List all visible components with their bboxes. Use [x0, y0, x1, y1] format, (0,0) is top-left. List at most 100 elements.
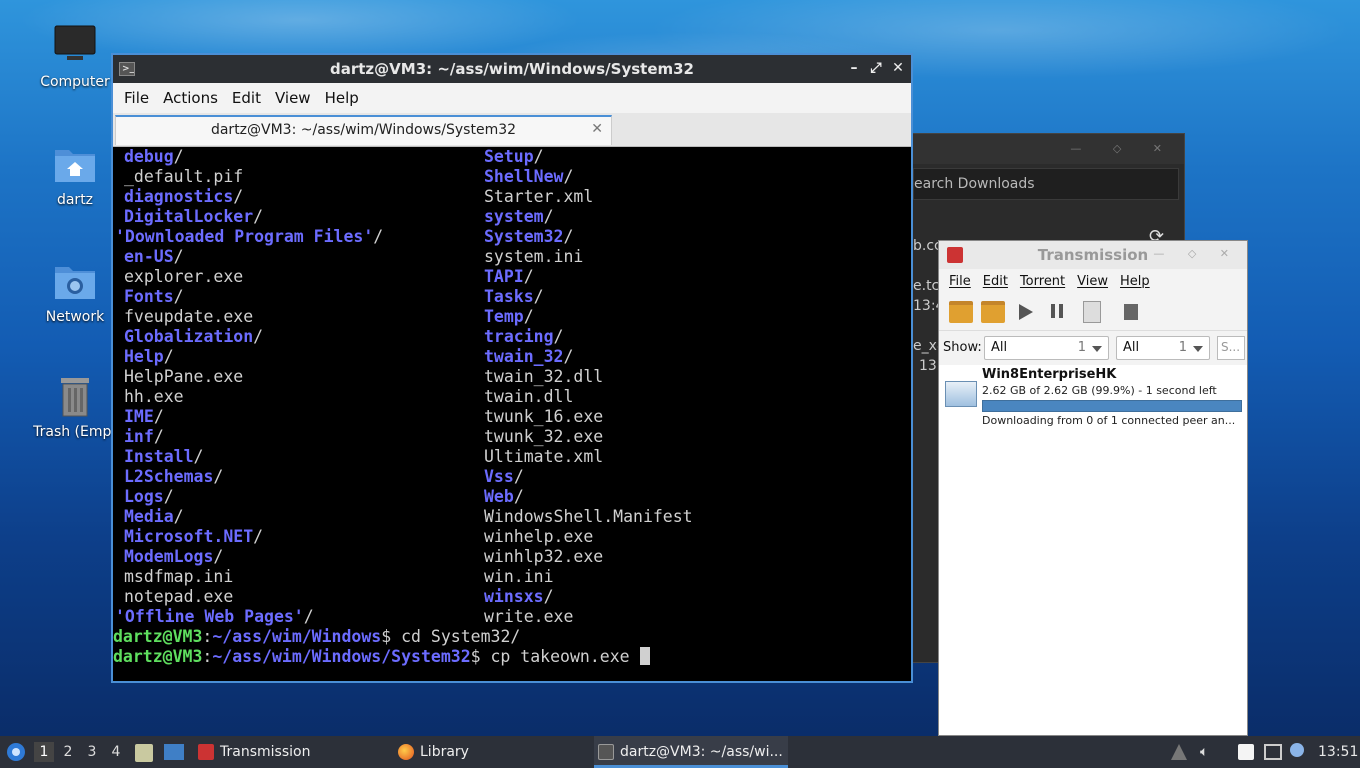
- listing-cell: Starter.xml: [484, 187, 593, 207]
- terminal-titlebar[interactable]: >_ dartz@VM3: ~/ass/wim/Windows/System32…: [113, 55, 911, 83]
- prompt-line[interactable]: dartz@VM3:~/ass/wim/Windows/System32$ cp…: [113, 647, 650, 667]
- listing-cell: tracing/: [484, 327, 563, 347]
- window-controls[interactable]: — ◇ ✕: [1153, 247, 1239, 260]
- directory-entry: inf: [124, 427, 154, 446]
- workspace-2[interactable]: 2: [58, 742, 78, 762]
- maximize-button[interactable]: ⤢: [869, 59, 883, 77]
- torrent-search-input[interactable]: S...: [1217, 336, 1245, 360]
- tab-label: dartz@VM3: ~/ass/wim/Windows/System32: [210, 122, 517, 138]
- close-button[interactable]: ✕: [891, 59, 905, 77]
- menu-help[interactable]: Help: [318, 89, 366, 107]
- dir-suffix: /: [153, 407, 164, 426]
- terminal-output[interactable]: debug/Setup/_default.pif ShellNew/diagnos…: [113, 147, 911, 681]
- desktop-icon-label: Network: [45, 309, 105, 325]
- terminal-tab[interactable]: dartz@VM3: ~/ass/wim/Windows/System32 ✕: [115, 115, 612, 145]
- directory-entry: DigitalLocker: [124, 207, 254, 226]
- listing-cell: Temp/: [484, 307, 534, 327]
- tab-close-icon[interactable]: ✕: [591, 121, 603, 137]
- workspace-4[interactable]: 4: [106, 742, 126, 762]
- listing-cell: TAPI/: [484, 267, 534, 287]
- workspace-1[interactable]: 1: [34, 742, 54, 762]
- filter-count: 1: [1077, 340, 1086, 355]
- dir-suffix: /: [533, 287, 544, 306]
- window-controls[interactable]: — ◇ ✕: [1070, 142, 1176, 155]
- transmission-window[interactable]: Transmission — ◇ ✕ File Edit Torrent Vie…: [938, 240, 1248, 736]
- window-title: dartz@VM3: ~/ass/wim/Windows/System32: [330, 60, 694, 78]
- workspace-3[interactable]: 3: [82, 742, 102, 762]
- desktop-icon-trash[interactable]: Trash (Empt: [30, 374, 120, 440]
- desktop-icon-computer[interactable]: Computer: [30, 24, 120, 90]
- listing-cell: ShellNew/: [484, 167, 573, 187]
- desktop-icon-network[interactable]: Network: [30, 259, 120, 325]
- torrent-row[interactable]: Win8EnterpriseHK 2.62 GB of 2.62 GB (99.…: [939, 367, 1247, 427]
- network-icon[interactable]: [1264, 744, 1282, 760]
- start-icon[interactable]: [1019, 304, 1033, 320]
- listing-cell: write.exe: [484, 607, 573, 627]
- dir-suffix: /: [153, 427, 164, 446]
- desktop-icon-home[interactable]: dartz: [30, 142, 120, 208]
- dir-suffix: /: [213, 467, 224, 486]
- menu-file[interactable]: File: [943, 274, 977, 289]
- menu-file[interactable]: File: [117, 89, 156, 107]
- dir-suffix: /: [163, 347, 174, 366]
- task-transmission[interactable]: Transmission: [194, 736, 384, 768]
- pause-icon[interactable]: [1051, 301, 1063, 323]
- directory-entry: Tasks: [484, 287, 534, 306]
- menu-help[interactable]: Help: [1114, 274, 1156, 289]
- dir-suffix: /: [533, 147, 544, 166]
- menu-view[interactable]: View: [1071, 274, 1114, 289]
- dir-suffix: /: [563, 347, 574, 366]
- activity-filter-select[interactable]: All 1: [984, 336, 1109, 360]
- volume-icon[interactable]: 🔈︎: [1200, 744, 1216, 760]
- downloads-titlebar[interactable]: — ◇ ✕: [913, 134, 1184, 164]
- task-terminal[interactable]: dartz@VM3: ~/ass/wi...: [594, 736, 788, 768]
- file-manager-launcher-icon[interactable]: [135, 744, 153, 762]
- listing-cell: winhelp.exe: [484, 527, 593, 547]
- toolbar: [939, 293, 1247, 331]
- downloads-search-input[interactable]: earch Downloads: [913, 168, 1179, 200]
- listing-cell: inf/: [124, 427, 164, 447]
- dir-suffix: /: [253, 527, 264, 546]
- directory-entry: twain_32: [484, 347, 564, 366]
- task-library[interactable]: Library: [394, 736, 584, 768]
- show-desktop-icon[interactable]: [164, 744, 184, 760]
- menu-actions[interactable]: Actions: [156, 89, 225, 107]
- menu-torrent[interactable]: Torrent: [1014, 274, 1071, 289]
- command-text: cp takeown.exe: [490, 647, 640, 666]
- desktop-icon-label: Computer: [40, 74, 110, 90]
- listing-cell: Fonts/: [124, 287, 184, 307]
- listing-cell: Logs/: [124, 487, 174, 507]
- tracker-filter-select[interactable]: All 1: [1116, 336, 1210, 360]
- clipboard-icon[interactable]: [1238, 744, 1254, 760]
- file-entry: twain.dll: [484, 387, 574, 406]
- transmission-titlebar[interactable]: Transmission — ◇ ✕: [939, 241, 1247, 269]
- open-torrent-folder-icon[interactable]: [949, 301, 973, 323]
- listing-cell: Web/: [484, 487, 524, 507]
- dir-suffix: /: [173, 147, 184, 166]
- dir-suffix: /: [303, 607, 314, 626]
- remove-torrent-icon[interactable]: [1083, 301, 1101, 323]
- listing-cell: Help/: [124, 347, 174, 367]
- directory-entry: ShellNew: [484, 167, 564, 186]
- listing-cell: _default.pif: [124, 167, 243, 187]
- dir-suffix: /: [233, 187, 244, 206]
- terminal-window[interactable]: >_ dartz@VM3: ~/ass/wim/Windows/System32…: [111, 53, 913, 683]
- open-url-folder-icon[interactable]: [981, 301, 1005, 323]
- directory-entry: System32: [484, 227, 564, 246]
- listing-cell: twunk_32.exe: [484, 427, 603, 447]
- start-menu-icon[interactable]: [6, 742, 26, 762]
- properties-icon[interactable]: [1124, 304, 1138, 320]
- menu-edit[interactable]: Edit: [225, 89, 268, 107]
- torrent-status: 2.62 GB of 2.62 GB (99.9%) - 1 second le…: [982, 384, 1217, 397]
- computer-icon: [53, 24, 97, 68]
- updates-icon[interactable]: [1171, 744, 1187, 760]
- directory-entry: Globalization: [124, 327, 254, 346]
- file-entry: twunk_16.exe: [484, 407, 604, 426]
- minimize-button[interactable]: –: [847, 59, 861, 77]
- clock[interactable]: 13:51: [1318, 736, 1358, 768]
- menu-view[interactable]: View: [268, 89, 318, 107]
- menu-edit[interactable]: Edit: [977, 274, 1014, 289]
- notification-icon[interactable]: [1290, 743, 1304, 757]
- directory-entry: ModemLogs: [124, 547, 214, 566]
- file-entry: twunk_32.exe: [484, 427, 604, 446]
